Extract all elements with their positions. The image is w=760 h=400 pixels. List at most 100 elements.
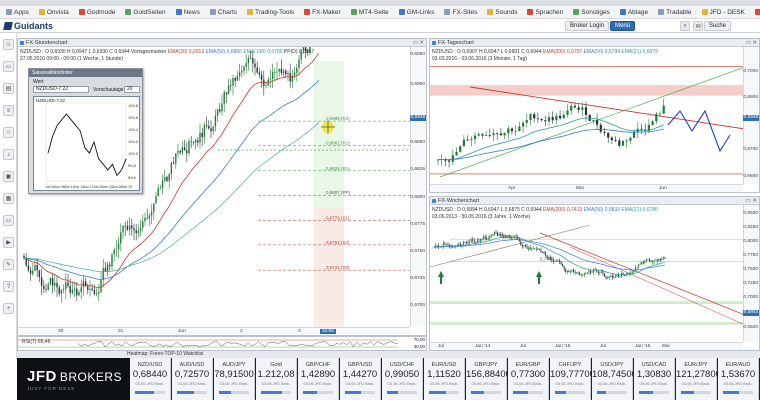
menu-button[interactable]: Menü xyxy=(610,21,636,31)
candle-body xyxy=(607,278,609,279)
ticker-range-bar xyxy=(429,391,459,394)
bookmark-item[interactable]: Seasonal xyxy=(751,7,760,18)
ticker-bid: 0,72570 xyxy=(174,369,210,380)
broker-login-button[interactable]: Broker Login xyxy=(565,21,610,31)
candle-body xyxy=(29,270,32,274)
candle-body xyxy=(650,260,652,263)
bookmark-item[interactable]: News xyxy=(172,7,204,18)
broker-banner[interactable]: JFD BROKERS JUST FOR DESK xyxy=(17,358,130,400)
ticker-range-bar xyxy=(471,391,501,394)
folder-icon[interactable]: ▭ xyxy=(3,215,14,226)
bookmark-item[interactable]: Godmode xyxy=(75,7,120,18)
bookmark-favicon-icon xyxy=(78,9,85,15)
candle-body xyxy=(245,63,247,67)
ticker-tile[interactable]: NZD/USD 0,68440 03.06 JFD Brok. xyxy=(130,358,171,400)
ticker-tile[interactable]: AUD/JPY 78,91500 03.06 JFD Brok. xyxy=(214,358,255,400)
bookmark-item[interactable]: Sprachen xyxy=(523,7,567,18)
candle-body xyxy=(582,274,584,276)
bookmark-item[interactable]: GM-Links xyxy=(395,7,439,18)
avatar[interactable]: ☺ xyxy=(3,39,14,50)
bookmark-item[interactable]: Onvista xyxy=(35,7,73,18)
ticker-tile[interactable]: GBP/JPY 156,88400 03.06 JFD Brok. xyxy=(466,358,511,400)
briefcase-icon[interactable]: ▣ xyxy=(3,171,14,182)
ticker-range-fill xyxy=(387,391,398,394)
search-button[interactable]: Suche xyxy=(704,21,732,31)
search-icon[interactable]: ⌕ xyxy=(680,21,690,31)
bookmark-item[interactable]: GoldSeiten xyxy=(121,7,169,18)
seasonality-window[interactable]: Saisonalitätsfinder Wert NZDUSD-7.22 Vor… xyxy=(28,68,143,194)
bookmark-item[interactable]: MT4-Seite xyxy=(347,7,393,18)
candle-body xyxy=(540,119,543,121)
candle-body xyxy=(254,63,256,68)
bookmark-item[interactable]: Tradable xyxy=(654,7,695,18)
ticker-tile[interactable]: AUD/USD 0,72570 03.06 JFD Brok. xyxy=(172,358,213,400)
candle-body xyxy=(662,105,665,114)
seasonality-y-tick: 100,2 xyxy=(128,139,139,144)
daily-price-axis[interactable]: 0,7000 0,6900 0,6945 0,6700 0,6600 xyxy=(743,47,759,184)
bookmark-item[interactable]: FX-Sites xyxy=(440,7,481,18)
panel-window-controls-icon[interactable]: ▭ ✕ xyxy=(746,40,757,46)
candle-body xyxy=(115,249,118,250)
bookmark-favicon-icon xyxy=(487,9,494,15)
ticker-tile[interactable]: USD/CAD 1,30830 03.06 JFD Brok. xyxy=(634,358,675,400)
candle-body xyxy=(633,131,636,138)
bookmark-item[interactable]: Sonstiges xyxy=(569,7,614,18)
bookmark-item[interactable]: Trading-Tools xyxy=(243,7,298,18)
bookmark-item[interactable]: JFD - DESK xyxy=(698,7,749,18)
help-icon[interactable]: ? xyxy=(3,281,14,292)
bookmark-item[interactable]: Charts xyxy=(206,7,241,18)
y-tick: 0,6900 xyxy=(410,82,425,87)
notifications-icon[interactable]: ✉ xyxy=(693,21,703,31)
ticker-tile[interactable]: GBP/USD 1,44270 03.06 JFD Brok. xyxy=(340,358,381,400)
candle-body xyxy=(93,290,96,295)
candle-body xyxy=(642,262,644,264)
ticker-tile[interactable]: EUR/JPY 121,27800 03.06 JFD Brok. xyxy=(676,358,721,400)
ticker-tile[interactable]: EUR/AUD 1,53670 03.06 JFD Brok. xyxy=(718,358,759,400)
hourly-price-axis[interactable]: 0,6950 0,6900 0,6945 0,6850 0,6825 0,680… xyxy=(410,47,426,327)
bookmark-label: Sonstiges xyxy=(581,8,610,16)
candle-body xyxy=(91,288,93,291)
daily-chart-panel[interactable]: FX-Tageschart ▭ ✕ NZDUSD : O 0,6907 H 0,… xyxy=(429,38,760,193)
panel-window-controls-icon[interactable]: ▭ ✕ xyxy=(413,40,424,46)
weekly-price-axis[interactable]: 0,8500 0,8250 0,8000 0,7750 0,7500 0,725… xyxy=(743,205,759,342)
calendar-icon[interactable]: ▦ xyxy=(3,193,14,204)
candle-body xyxy=(139,227,142,231)
ticker-tile[interactable]: EUR/GBP 0,77300 03.06 JFD Brok. xyxy=(508,358,549,400)
bookmark-item[interactable]: Sounds xyxy=(483,7,521,18)
candle-body xyxy=(608,276,610,279)
symbol-select[interactable]: NZDUSD-7.22 xyxy=(33,86,89,93)
bookmark-item[interactable]: FX-Maker xyxy=(300,7,345,18)
ticker-tile[interactable]: Gold 1.212,08 03.06 JFD Brok. xyxy=(256,358,297,400)
ticker-tile[interactable]: CHF/JPY 109,77700 03.06 JFD Brok. xyxy=(550,358,595,400)
bookmark-label: Godmode xyxy=(86,8,116,16)
candle-body xyxy=(647,259,649,261)
ticker-tile[interactable]: USD/JPY 108,74500 03.06 JFD Brok. xyxy=(592,358,637,400)
field-label: Wert xyxy=(33,79,44,85)
ticker-tile[interactable]: USD/CHF 0,99050 03.06 JFD Brok. xyxy=(382,358,423,400)
monitor-icon[interactable]: ▭ xyxy=(3,61,14,72)
weekly-chart-panel[interactable]: FX-Wochenchart ▭ ✕ NZDUSD : O 0,6894 H 0… xyxy=(429,196,760,351)
add-widget-icon[interactable]: + xyxy=(3,303,14,314)
app-logo[interactable]: Guidants xyxy=(3,21,53,31)
weekly-candlestick-chart[interactable]: 0,81000,7700 xyxy=(430,205,745,344)
candle-body xyxy=(532,248,534,250)
bookmark-item[interactable]: Apps xyxy=(2,7,33,18)
bookmark-label: MT4-Seite xyxy=(358,8,389,16)
lookback-input[interactable]: 20 xyxy=(124,86,140,93)
daily-candlestick-chart[interactable] xyxy=(430,47,745,186)
ticker-tile[interactable]: EUR/USD 1,11520 03.06 JFD Brok. xyxy=(424,358,465,400)
star-icon[interactable]: ☆ xyxy=(3,127,14,138)
y-tick: 0,6725 xyxy=(410,276,425,281)
weekly-chart-titlebar: FX-Wochenchart ▭ ✕ xyxy=(430,197,759,205)
ticker-symbol: GBP/CHF xyxy=(305,362,331,368)
chart-icon[interactable]: ▤ xyxy=(3,83,14,94)
list-icon[interactable]: ≡ xyxy=(3,105,14,116)
ticker-tile[interactable]: GBP/CHF 1,42890 03.06 JFD Brok. xyxy=(298,358,339,400)
rsi-panel[interactable]: RSI(7) 65,46 70,00 30,00 xyxy=(17,336,427,351)
bookmark-item[interactable]: Ablage xyxy=(616,7,652,18)
tools-icon[interactable]: ✎ xyxy=(3,259,14,270)
rsi-line xyxy=(18,339,398,348)
panel-window-controls-icon[interactable]: ▭ ✕ xyxy=(746,198,757,204)
bell-icon[interactable]: ♪ xyxy=(3,149,14,160)
play-icon[interactable]: ▶ xyxy=(3,237,14,248)
